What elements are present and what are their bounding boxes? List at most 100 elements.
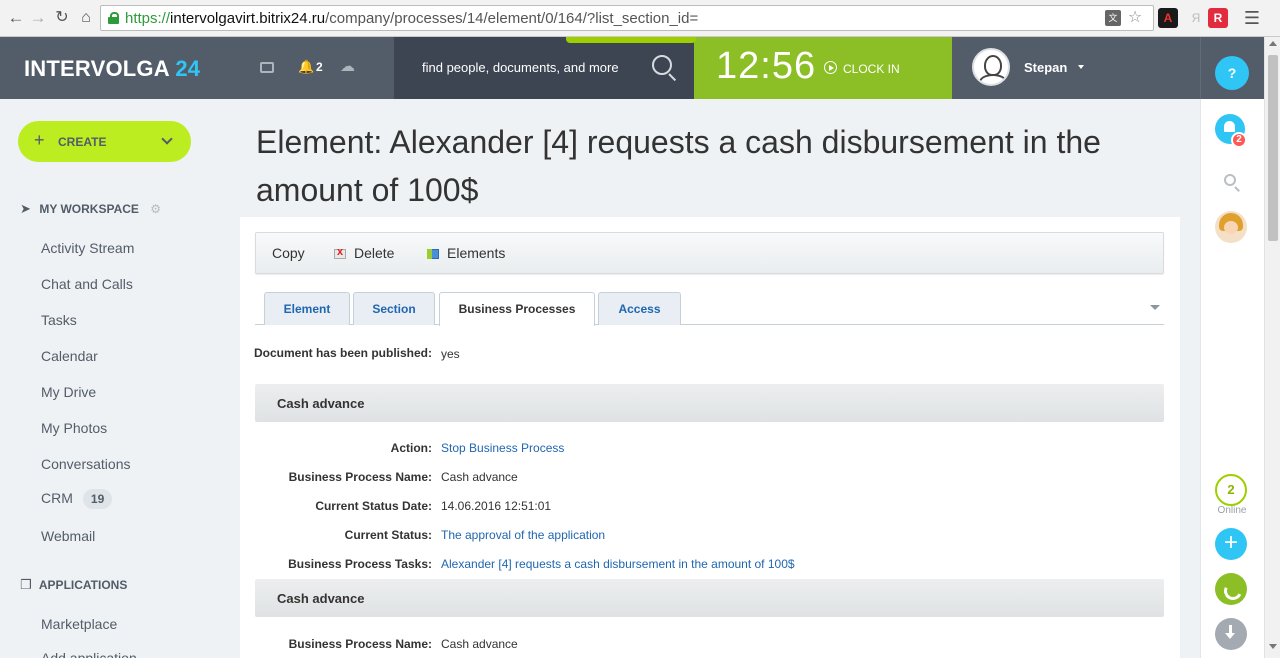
portal-logo[interactable]: INTERVOLGA 24	[24, 56, 200, 82]
chevron-down-icon[interactable]	[1078, 65, 1084, 69]
tab-element[interactable]: Element	[264, 292, 350, 325]
address-bar[interactable]: https://intervolgavirt.bitrix24.ru/compa…	[100, 5, 1154, 31]
workspace-header[interactable]: ➤ MY WORKSPACE ⚙	[20, 201, 161, 217]
add-button[interactable]: +	[1215, 528, 1247, 560]
sidebar-item-tasks[interactable]: Tasks	[41, 312, 77, 328]
sidebar-item-activity-stream[interactable]: Activity Stream	[41, 240, 134, 256]
published-value: yes	[441, 347, 460, 361]
sidebar-item-chat-and-calls[interactable]: Chat and Calls	[41, 276, 133, 292]
user-avatar[interactable]	[972, 48, 1010, 86]
sidebar-item-marketplace[interactable]: Marketplace	[41, 616, 117, 632]
translate-icon[interactable]: 文	[1105, 10, 1121, 26]
create-button[interactable]: + CREATE	[18, 121, 191, 162]
play-circle-icon[interactable]	[824, 61, 837, 74]
url-scheme: https://	[125, 10, 171, 27]
section-header: Cash advance	[255, 579, 1164, 617]
section-header: Cash advance	[255, 384, 1164, 422]
logo-text: INTERVOLGA	[24, 56, 170, 81]
help-button[interactable]: ?	[1215, 56, 1249, 90]
applications-header[interactable]: ❒ APPLICATIONS	[20, 577, 127, 593]
delete-label: Delete	[354, 245, 395, 261]
gear-icon[interactable]: ⚙	[150, 202, 161, 216]
search-input[interactable]: find people, documents, and more	[422, 60, 619, 75]
search-area[interactable]: find people, documents, and more	[394, 37, 694, 99]
published-label: Document has been published:	[253, 346, 432, 360]
contact-avatar[interactable]	[1215, 211, 1247, 243]
back-arrow-icon[interactable]: ←	[6, 8, 26, 28]
portal-header: INTERVOLGA 24 🔔 2 ☁ find people, documen…	[0, 37, 1280, 99]
online-counter[interactable]: 2	[1215, 474, 1247, 506]
cloud-icon[interactable]: ☁	[340, 57, 355, 75]
bp-name-label: Business Process Name:	[288, 637, 432, 651]
user-name[interactable]: Stepan	[1024, 60, 1067, 75]
url-text[interactable]: https://intervolgavirt.bitrix24.ru/compa…	[125, 10, 698, 27]
scroll-down-arrow-icon[interactable]	[1269, 644, 1277, 649]
copy-button[interactable]: Copy	[272, 245, 305, 261]
notification-count[interactable]: 2	[316, 60, 323, 74]
bp-name-label: Business Process Name:	[288, 470, 432, 484]
yandex-extension-icon[interactable]: Я	[1186, 8, 1206, 28]
elements-button[interactable]: Elements	[427, 245, 505, 261]
page-scrollbar[interactable]	[1264, 37, 1280, 658]
status-label: Current Status:	[344, 528, 432, 542]
clock-in-button[interactable]: CLOCK IN	[843, 62, 900, 76]
task-link[interactable]: Alexander [4] requests a cash disburseme…	[441, 557, 795, 571]
sidebar-item-label: CRM	[41, 490, 73, 506]
clock-widget[interactable]: 12:56 CLOCK IN	[694, 37, 952, 99]
delete-icon	[334, 246, 346, 259]
bp-name-value: Cash advance	[441, 637, 518, 651]
status-date-label: Current Status Date:	[315, 499, 432, 513]
search-icon[interactable]	[1224, 174, 1236, 186]
bookmark-star-icon[interactable]: ☆	[1127, 10, 1143, 26]
sidebar-item-my-photos[interactable]: My Photos	[41, 420, 107, 436]
delete-button[interactable]: Delete	[334, 245, 394, 261]
pdf-extension-icon[interactable]: A	[1158, 8, 1178, 28]
download-icon[interactable]	[1215, 618, 1247, 650]
phone-icon[interactable]	[1215, 573, 1247, 605]
notifications-count-badge: 2	[1231, 132, 1247, 148]
sidebar-item-webmail[interactable]: Webmail	[41, 528, 95, 544]
pin-icon: ➤	[20, 201, 31, 216]
sidebar-item-my-drive[interactable]: My Drive	[41, 384, 96, 400]
right-rail: 2 2 Online +	[1200, 99, 1264, 658]
scroll-thumb[interactable]	[1268, 55, 1278, 241]
stop-process-link[interactable]: Stop Business Process	[441, 441, 564, 455]
bp-name-value: Cash advance	[441, 470, 518, 484]
browser-menu-icon[interactable]: ☰	[1242, 8, 1262, 28]
messages-icon[interactable]	[260, 62, 274, 73]
section-title: Cash advance	[277, 591, 365, 606]
action-label: Action:	[390, 441, 432, 455]
tab-business-processes[interactable]: Business Processes	[439, 292, 595, 326]
clock-time: 12:56	[716, 45, 817, 87]
red-extension-icon[interactable]: R	[1208, 8, 1228, 28]
status-link[interactable]: The approval of the application	[441, 528, 605, 542]
tasks-label: Business Process Tasks:	[288, 557, 432, 571]
browser-toolbar: ← → ↻ ⌂ https://intervolgavirt.bitrix24.…	[0, 0, 1280, 37]
sidebar-item-crm[interactable]: CRM 19	[41, 489, 113, 509]
sidebar-item-calendar[interactable]: Calendar	[41, 348, 98, 364]
status-date-value: 14.06.2016 12:51:01	[441, 499, 552, 513]
reload-icon[interactable]: ↻	[52, 8, 72, 28]
sidebar-item-conversations[interactable]: Conversations	[41, 456, 131, 472]
online-label: Online	[1217, 505, 1247, 516]
applications-label: APPLICATIONS	[38, 578, 128, 592]
home-icon[interactable]: ⌂	[76, 8, 96, 28]
forward-arrow-icon[interactable]: →	[28, 8, 48, 28]
chevron-down-icon[interactable]	[1150, 305, 1160, 310]
scroll-up-arrow-icon[interactable]	[1269, 41, 1277, 46]
url-path: /company/processes/14/element/0/164/?lis…	[325, 10, 699, 27]
tab-access[interactable]: Access	[598, 292, 681, 325]
tab-section[interactable]: Section	[353, 292, 435, 325]
action-toolbar: Copy Delete Elements	[255, 232, 1164, 274]
create-label: CREATE	[58, 135, 107, 149]
search-icon[interactable]	[652, 55, 672, 75]
section-title: Cash advance	[277, 396, 365, 411]
url-host: intervolgavirt.bitrix24.ru	[170, 10, 326, 27]
chevron-down-icon	[161, 133, 173, 145]
page-title: Element: Alexander [4] requests a cash d…	[256, 124, 1101, 208]
bell-icon[interactable]: 🔔	[298, 59, 314, 75]
logo-number: 24	[175, 56, 201, 81]
help-area: ?	[1200, 37, 1264, 99]
elements-icon	[427, 249, 439, 259]
sidebar-item-add-application[interactable]: Add application	[41, 650, 137, 658]
